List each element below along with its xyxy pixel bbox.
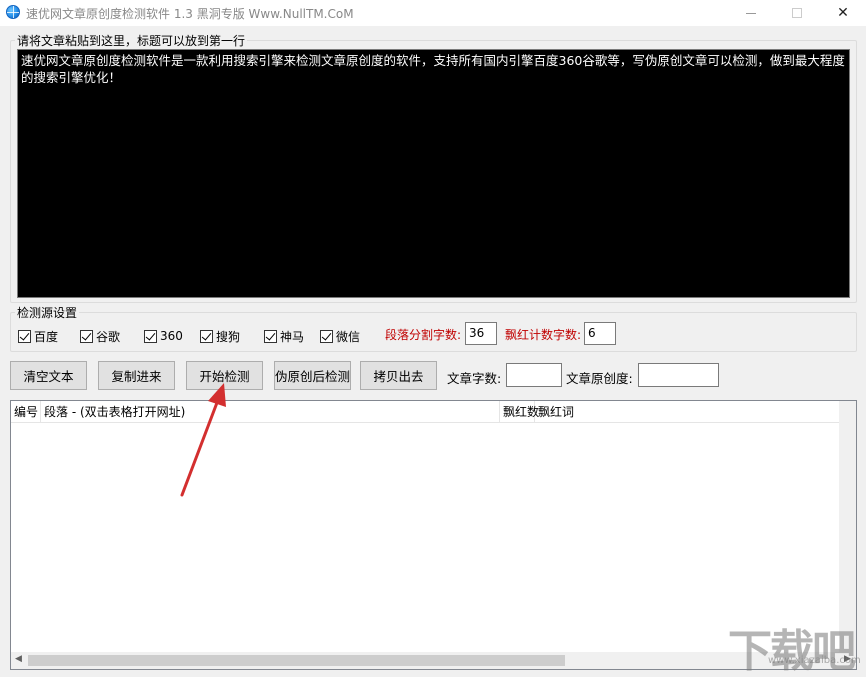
column-header-red-words[interactable]: 飘红词 [535, 401, 839, 423]
split-count-input[interactable]: 36 [465, 322, 497, 345]
checkbox-label: 微信 [336, 329, 361, 344]
column-header-number[interactable]: 编号 [11, 401, 41, 423]
minimize-button[interactable] [728, 0, 774, 26]
checkbox-sogou[interactable]: 搜狗 [200, 328, 240, 344]
column-header-red-count[interactable]: 飘红数 [500, 401, 539, 423]
title-bar: 速优网文章原创度检测软件 1.3 黑洞专版 Www.NullTM.CoM ✕ [0, 0, 866, 26]
article-textarea[interactable]: 速优网文章原创度检测软件是一款利用搜索引擎来检测文章原创度的软件，支持所有国内引… [17, 49, 850, 298]
checkbox-google[interactable]: 谷歌 [80, 328, 120, 344]
checkbox-wechat[interactable]: 微信 [320, 328, 360, 344]
window-title: 速优网文章原创度检测软件 1.3 黑洞专版 Www.NullTM.CoM [26, 7, 354, 21]
table-header: 编号 段落 - (双击表格打开网址) 飘红数 飘红词 [11, 401, 856, 423]
watermark-url: www.xiazaiba.com [768, 655, 861, 666]
content-group-label: 请将文章粘贴到这里，标题可以放到第一行 [15, 32, 248, 49]
paste-in-button[interactable]: 复制进来 [98, 361, 175, 390]
split-count-label: 段落分割字数: [385, 328, 462, 342]
scrollbar-thumb[interactable] [28, 655, 565, 666]
minimize-icon [746, 12, 756, 14]
checkbox-label: 360 [160, 329, 183, 343]
maximize-icon [792, 8, 802, 18]
maximize-button[interactable] [774, 0, 820, 26]
checkbox-label: 谷歌 [96, 329, 121, 344]
originality-label: 文章原创度: [566, 371, 633, 386]
app-globe-icon [6, 5, 20, 19]
annotation-arrow-icon [180, 383, 226, 497]
scroll-left-icon[interactable]: ◀ [15, 654, 22, 664]
copy-out-button[interactable]: 拷贝出去 [360, 361, 437, 390]
checkbox-checked-icon [144, 329, 157, 343]
originality-field[interactable] [638, 363, 719, 387]
close-icon: ✕ [837, 5, 849, 21]
checkbox-label: 百度 [34, 329, 59, 344]
red-count-label: 飘红计数字数: [505, 328, 582, 342]
checkbox-baidu[interactable]: 百度 [18, 328, 58, 344]
checkbox-checked-icon [200, 329, 213, 343]
red-count-input[interactable]: 6 [584, 322, 616, 345]
word-count-field[interactable] [506, 363, 562, 387]
column-header-paragraph[interactable]: 段落 - (双击表格打开网址) [41, 401, 500, 423]
checkbox-360[interactable]: 360 [144, 328, 183, 344]
checkbox-checked-icon [264, 329, 277, 343]
checkbox-label: 神马 [280, 329, 305, 344]
checkbox-checked-icon [18, 329, 31, 343]
checkbox-checked-icon [80, 329, 93, 343]
checkbox-label: 搜狗 [216, 329, 241, 344]
close-button[interactable]: ✕ [820, 0, 866, 26]
pseudo-original-check-button[interactable]: 伪原创后检测 [274, 361, 351, 390]
checkbox-shenma[interactable]: 神马 [264, 328, 304, 344]
source-group-label: 检测源设置 [15, 304, 80, 321]
checkbox-checked-icon [320, 329, 333, 343]
word-count-label: 文章字数: [447, 371, 502, 386]
clear-text-button[interactable]: 清空文本 [10, 361, 87, 390]
